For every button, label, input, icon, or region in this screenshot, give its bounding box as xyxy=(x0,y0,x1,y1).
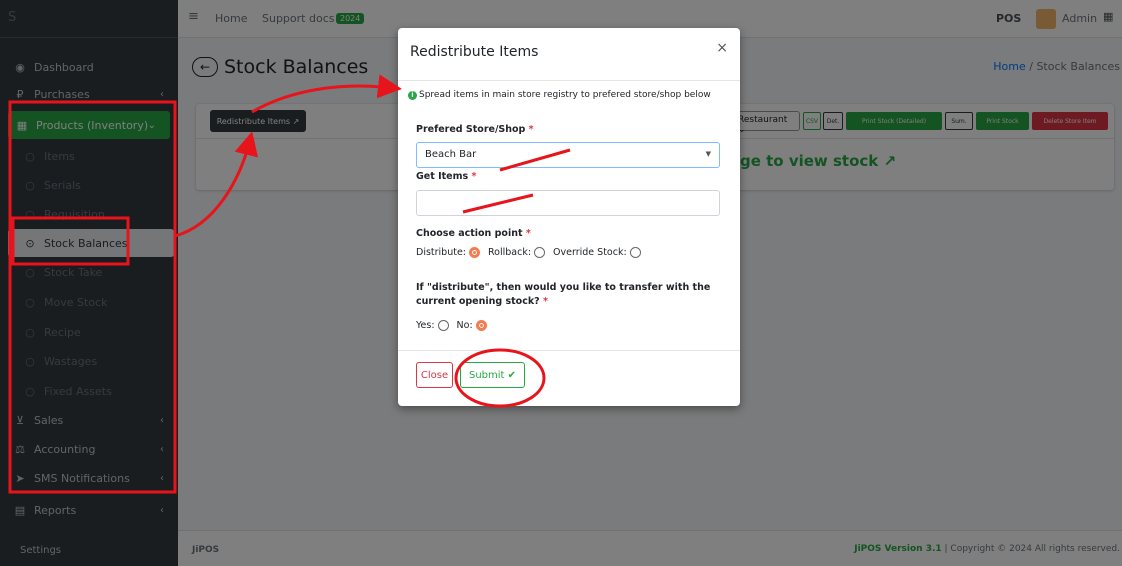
items-label-text: Get Items xyxy=(416,171,469,182)
modal-divider xyxy=(398,80,740,81)
required-marker: * xyxy=(542,296,548,307)
distribute-radio[interactable] xyxy=(469,247,480,258)
info-icon: i xyxy=(408,91,417,100)
override-stock-radio[interactable] xyxy=(629,247,641,258)
no-radio[interactable] xyxy=(475,320,487,331)
modal-info: i Spread items in main store registry to … xyxy=(408,90,711,100)
yes-radio[interactable] xyxy=(437,320,449,331)
transfer-question-text: If "distribute", then would you like to … xyxy=(416,282,711,307)
action-point-label-text: Choose action point xyxy=(416,228,523,239)
store-label-text: Prefered Store/Shop xyxy=(416,124,526,135)
close-icon[interactable]: × xyxy=(716,40,728,56)
store-select-value: Beach Bar xyxy=(425,149,477,160)
rollback-radio[interactable] xyxy=(534,247,546,258)
rollback-label: Rollback: xyxy=(488,247,532,258)
required-marker: * xyxy=(525,228,531,239)
transfer-question: If "distribute", then would you like to … xyxy=(416,281,726,309)
required-marker: * xyxy=(471,171,477,182)
modal-info-text: Spread items in main store registry to p… xyxy=(419,90,711,100)
required-marker: * xyxy=(528,124,534,135)
no-label: No: xyxy=(456,320,473,331)
modal-title: Redistribute Items xyxy=(410,44,539,60)
get-items-input[interactable] xyxy=(416,190,720,216)
store-select[interactable]: Beach Bar ▼ xyxy=(416,142,720,168)
distribute-label: Distribute: xyxy=(416,247,466,258)
action-point-label: Choose action point * xyxy=(416,228,531,239)
close-button[interactable]: Close xyxy=(416,362,453,388)
chevron-down-icon: ▼ xyxy=(705,150,711,158)
yes-label: Yes: xyxy=(416,320,435,331)
items-label: Get Items * xyxy=(416,171,476,182)
redistribute-items-modal: Redistribute Items × i Spread items in ma… xyxy=(398,28,740,406)
submit-button[interactable]: Submit ✔ xyxy=(460,362,525,388)
action-point-radios: Distribute: Rollback: Override Stock: xyxy=(416,247,649,258)
store-label: Prefered Store/Shop * xyxy=(416,124,534,135)
transfer-radios: Yes: No: xyxy=(416,320,495,331)
submit-label: Submit xyxy=(468,369,505,381)
check-icon: ✔ xyxy=(507,369,517,381)
modal-footer-divider xyxy=(398,350,740,351)
override-stock-label: Override Stock: xyxy=(553,247,627,258)
